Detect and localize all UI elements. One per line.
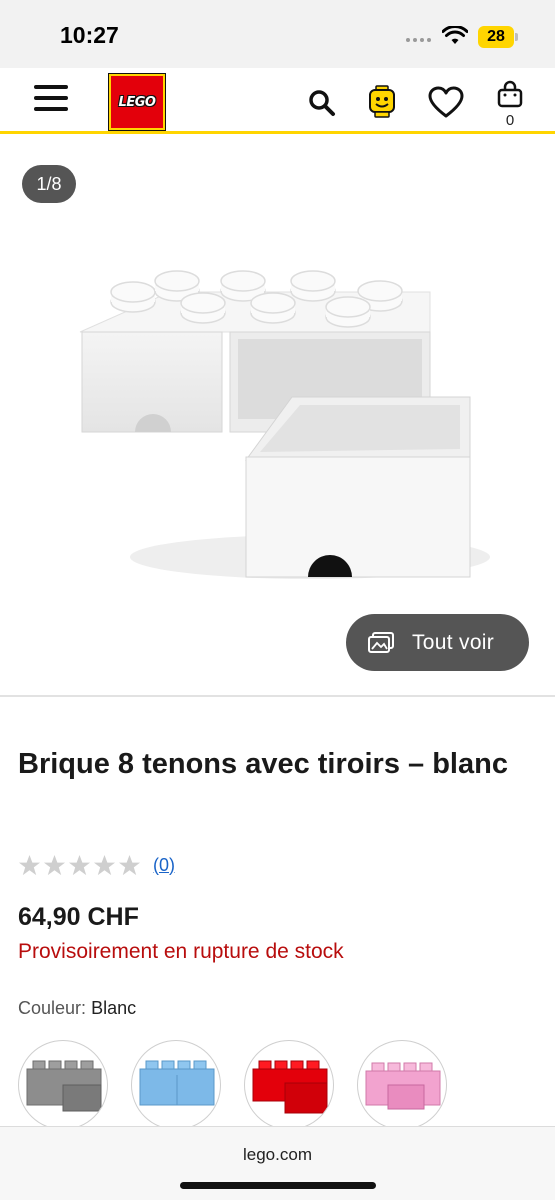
star-icon: [18, 854, 41, 875]
view-all-button[interactable]: Tout voir: [346, 614, 529, 671]
color-selector-label: Couleur: Blanc: [18, 998, 136, 1019]
menu-icon[interactable]: [34, 85, 68, 115]
color-label: Couleur:: [18, 998, 87, 1018]
product-image[interactable]: [60, 257, 500, 597]
star-icon: [118, 854, 141, 875]
shopping-bag-icon[interactable]: [496, 80, 524, 108]
browser-bar: lego.com: [0, 1126, 555, 1200]
logo-text: LEGO: [118, 94, 156, 110]
status-time: 10:27: [60, 22, 119, 48]
battery-indicator: 28: [478, 26, 514, 48]
stock-status: Provisoirement en rupture de stock: [18, 940, 344, 963]
swatch-pink[interactable]: [357, 1040, 447, 1130]
search-icon[interactable]: [307, 88, 337, 118]
account-icon[interactable]: [366, 85, 398, 119]
status-bar: 10:27 28: [0, 0, 555, 68]
reviews-link[interactable]: (0): [153, 855, 175, 876]
lego-logo[interactable]: LEGO: [108, 73, 166, 131]
grey-brick-icon: [26, 1060, 102, 1112]
color-swatches: [18, 1040, 555, 1130]
wifi-icon: [442, 26, 468, 44]
swatch-red[interactable]: [244, 1040, 334, 1130]
product-title: Brique 8 tenons avec tiroirs – blanc: [18, 748, 508, 780]
gallery-icon: [368, 631, 394, 653]
battery-tip: [515, 33, 518, 41]
blue-brick-icon: [139, 1060, 215, 1106]
view-all-label: Tout voir: [412, 630, 495, 654]
site-header: LEGO 0: [0, 68, 555, 134]
image-counter: 1/8: [22, 165, 76, 203]
signal-icon: [406, 38, 434, 44]
product-gallery[interactable]: 1/8 Tout voir: [0, 137, 555, 697]
wishlist-heart-icon[interactable]: [428, 86, 464, 120]
product-price: 64,90 CHF: [18, 903, 139, 931]
star-icon: [43, 854, 66, 875]
pink-brick-icon: [365, 1062, 441, 1110]
home-indicator[interactable]: [180, 1182, 376, 1189]
browser-url[interactable]: lego.com: [0, 1145, 555, 1165]
swatch-grey[interactable]: [18, 1040, 108, 1130]
star-icon: [68, 854, 91, 875]
red-brick-icon: [252, 1060, 328, 1114]
swatch-light-blue[interactable]: [131, 1040, 221, 1130]
color-value: Blanc: [91, 998, 137, 1018]
star-icon: [93, 854, 116, 875]
cart-count: 0: [505, 112, 515, 129]
product-rating: (0): [18, 852, 175, 878]
